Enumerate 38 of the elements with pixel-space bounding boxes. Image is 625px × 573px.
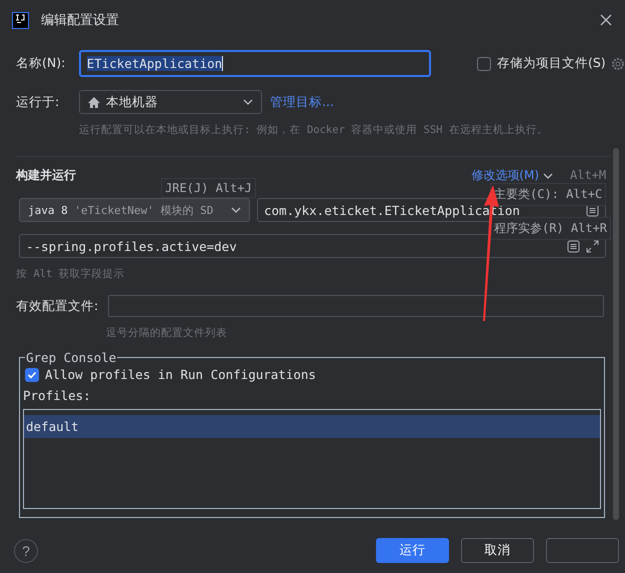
scrollbar[interactable] (613, 148, 619, 520)
run-on-label: 运行于: (16, 94, 60, 110)
allow-profiles-label: Allow profiles in Run Configurations (45, 367, 316, 382)
profile-item[interactable]: default (24, 415, 600, 438)
config-files-label: 有效配置文件: (16, 298, 100, 314)
group-title: Grep Console (25, 350, 118, 365)
run-button[interactable]: 运行 (376, 538, 449, 563)
config-files-field[interactable] (108, 295, 604, 317)
profiles-label: Profiles: (23, 388, 91, 403)
config-files-hint: 逗号分隔的配置文件列表 (105, 326, 228, 340)
gear-icon[interactable] (611, 56, 625, 70)
close-icon[interactable] (599, 13, 613, 27)
expand-icon[interactable] (586, 240, 599, 252)
modify-options-button[interactable]: 修改选项(M) (471, 167, 553, 184)
app-logo-icon (12, 12, 29, 28)
run-on-dropdown[interactable]: 本地机器 (79, 90, 262, 114)
store-checkbox[interactable] (477, 56, 491, 70)
home-icon (88, 96, 100, 108)
checkmark-icon (27, 370, 37, 380)
caret-icon (543, 172, 553, 178)
shortcut-hint: Alt+M (569, 167, 608, 184)
window-title: 编辑配置设置 (41, 12, 120, 29)
jre-dropdown[interactable]: java 8 'eTicketNew' 模块的 SD (19, 198, 250, 222)
cancel-button[interactable]: 取消 (461, 538, 534, 563)
shortcut-tooltip: 程序实参(R) Alt+R (490, 217, 612, 240)
name-field[interactable]: ETicketApplication (78, 50, 431, 77)
section-title: 构建并运行 (16, 167, 76, 184)
caret-icon (231, 207, 241, 213)
alt-hint: 按 Alt 获取字段提示 (15, 267, 126, 281)
name-label: 名称(N): (16, 55, 66, 72)
manage-targets-link[interactable]: 管理目标... (270, 94, 334, 110)
shortcut-tooltip: JRE(J) Alt+J (161, 178, 256, 198)
help-button[interactable]: ? (14, 538, 38, 562)
store-label: 存储为项目文件(S) (497, 55, 605, 72)
caret-icon (243, 99, 253, 105)
list-icon[interactable] (567, 240, 580, 252)
run-on-hint: 运行配置可以在本地或目标上执行: 例如，在 Docker 容器中或使用 SSH 在远程主机上执行。 (78, 123, 549, 137)
allow-profiles-checkbox[interactable] (25, 368, 39, 382)
